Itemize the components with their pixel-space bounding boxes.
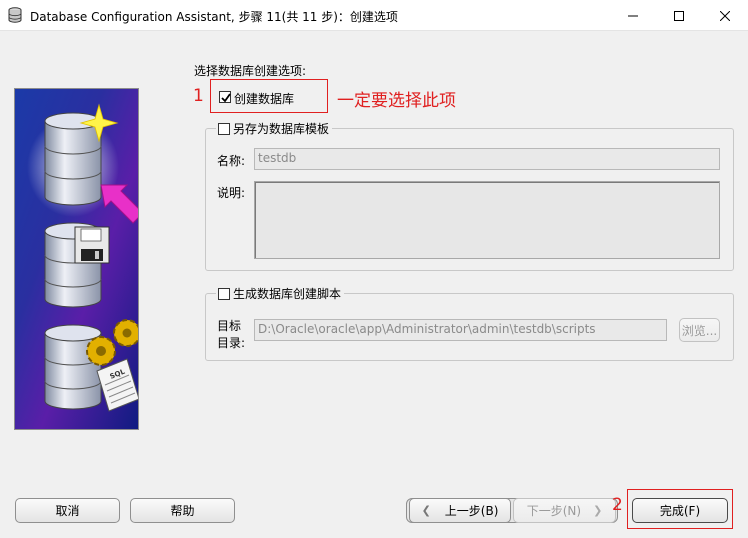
template-description-label: 说明: [217, 186, 246, 200]
script-legend: 生成数据库创建脚本 [216, 285, 345, 302]
database-floppy-icon [44, 222, 110, 308]
browse-button[interactable]: 浏览... [679, 318, 720, 342]
help-button[interactable]: 帮助 [130, 498, 235, 523]
database-gears-script-icon [44, 319, 138, 412]
minimize-button[interactable] [610, 0, 656, 31]
wizard-illustration: SQL [14, 88, 139, 430]
window-title: Database Configuration Assistant, 步骤 11(… [30, 10, 398, 24]
close-button[interactable] [702, 0, 748, 31]
back-button-label: 上一步(B) [444, 504, 499, 518]
annotation-box-create-database [210, 79, 328, 113]
template-description-textarea[interactable] [254, 181, 720, 259]
annotation-box-finish [627, 489, 733, 529]
cancel-button[interactable]: 取消 [15, 498, 120, 523]
database-app-icon [8, 7, 22, 26]
chevron-left-icon: ❮ [421, 504, 431, 517]
script-destination-label-line2: 目录: [217, 336, 246, 350]
script-destination-label-line1: 目标 [217, 319, 242, 333]
save-as-template-label: 另存为数据库模板 [233, 122, 330, 136]
next-button[interactable]: 下一步(N) ❯ [513, 498, 616, 523]
annotation-note: 一定要选择此项 [337, 91, 456, 111]
template-name-input[interactable]: testdb [254, 148, 720, 170]
maximize-icon [674, 10, 684, 21]
close-icon [720, 10, 730, 21]
minimize-icon [628, 15, 638, 16]
script-destination-input[interactable]: D:\Oracle\oracle\app\Administrator\admin… [254, 319, 667, 341]
generate-script-label: 生成数据库创建脚本 [233, 287, 342, 301]
next-button-label: 下一步(N) [526, 504, 582, 518]
chevron-right-icon: ❯ [593, 504, 603, 517]
options-prompt: 选择数据库创建选项: [194, 64, 307, 78]
title-bar: Database Configuration Assistant, 步骤 11(… [0, 0, 748, 31]
generate-script-checkbox[interactable] [218, 287, 230, 300]
save-as-template-checkbox[interactable] [218, 122, 230, 135]
back-button[interactable]: ❮ 上一步(B) [409, 498, 511, 523]
maximize-button[interactable] [656, 0, 702, 31]
annotation-number-2: 2 [612, 495, 623, 515]
template-name-label: 名称: [217, 154, 246, 168]
template-legend: 另存为数据库模板 [216, 120, 333, 137]
annotation-number-1: 1 [193, 86, 204, 106]
